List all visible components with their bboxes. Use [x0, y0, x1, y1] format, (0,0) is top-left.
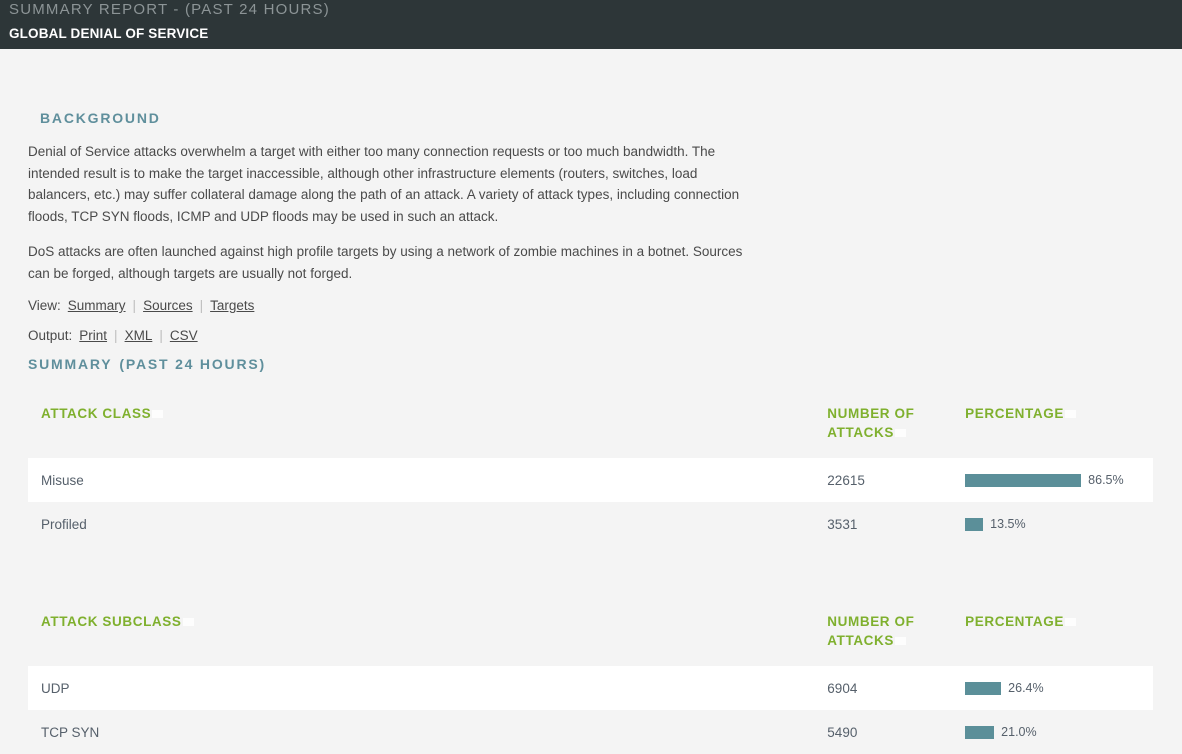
output-separator-2: | — [154, 328, 168, 343]
cell-number-of-attacks: 6904 — [827, 681, 965, 696]
view-link-targets[interactable]: Targets — [208, 298, 256, 313]
table-row[interactable]: Profiled 3531 13.5% — [28, 502, 1153, 546]
attack-class-table-header: ATTACK CLASS NUMBER OF ATTACKS PERCENTAG… — [28, 404, 1153, 458]
table-row[interactable]: UDP 6904 26.4% — [28, 666, 1153, 710]
column-header-number-of-attacks[interactable]: NUMBER OF ATTACKS — [827, 404, 965, 442]
output-link-print[interactable]: Print — [77, 328, 109, 343]
percentage-label: 86.5% — [1088, 473, 1123, 487]
report-subtitle: SUMMARY REPORT - (PAST 24 HOURS) — [9, 0, 330, 20]
cell-percentage: 13.5% — [965, 517, 1153, 531]
percentage-label: 26.4% — [1008, 681, 1043, 695]
view-link-sources[interactable]: Sources — [141, 298, 195, 313]
attack-class-table: ATTACK CLASS NUMBER OF ATTACKS PERCENTAG… — [28, 404, 1153, 546]
view-link-summary[interactable]: Summary — [66, 298, 128, 313]
percentage-label: 21.0% — [1001, 725, 1036, 739]
sort-indicator-icon[interactable] — [183, 618, 194, 626]
percentage-label: 13.5% — [990, 517, 1025, 531]
output-link-xml[interactable]: XML — [123, 328, 155, 343]
view-separator-1: | — [128, 298, 142, 313]
cell-attack-class: Misuse — [41, 473, 827, 488]
column-header-percentage[interactable]: PERCENTAGE — [965, 612, 1153, 631]
summary-heading-period: (PAST 24 HOURS) — [119, 356, 266, 372]
output-separator-1: | — [109, 328, 123, 343]
cell-percentage: 26.4% — [965, 681, 1153, 695]
view-label: View: — [28, 298, 61, 313]
summary-section-heading: SUMMARY (PAST 24 HOURS) — [28, 356, 266, 372]
cell-number-of-attacks: 22615 — [827, 473, 965, 488]
sort-indicator-icon[interactable] — [895, 429, 906, 437]
app-header-bar: SUMMARY REPORT - (PAST 24 HOURS) GLOBAL … — [0, 0, 1182, 49]
column-header-attack-subclass-label: ATTACK SUBCLASS — [41, 614, 182, 629]
sort-indicator-icon[interactable] — [895, 637, 906, 645]
cell-percentage: 86.5% — [965, 473, 1153, 487]
sort-indicator-icon[interactable] — [1065, 410, 1076, 418]
cell-percentage: 21.0% — [965, 725, 1153, 739]
background-paragraph-1: Denial of Service attacks overwhelm a ta… — [28, 141, 758, 227]
column-header-number-of-attacks[interactable]: NUMBER OF ATTACKS — [827, 612, 965, 650]
view-links-row: View:Summary|Sources|Targets — [28, 298, 256, 313]
cell-attack-class: Profiled — [41, 517, 827, 532]
cell-number-of-attacks: 3531 — [827, 517, 965, 532]
percentage-bar — [965, 682, 1001, 695]
attack-subclass-table-header: ATTACK SUBCLASS NUMBER OF ATTACKS PERCEN… — [28, 612, 1153, 666]
summary-heading-main: SUMMARY — [28, 356, 112, 372]
attack-subclass-table: ATTACK SUBCLASS NUMBER OF ATTACKS PERCEN… — [28, 612, 1153, 754]
output-links-row: Output:Print|XML|CSV — [28, 328, 200, 343]
output-link-csv[interactable]: CSV — [168, 328, 200, 343]
percentage-bar — [965, 726, 994, 739]
output-label: Output: — [28, 328, 72, 343]
page-title: GLOBAL DENIAL OF SERVICE — [9, 26, 208, 42]
column-header-percentage-label: PERCENTAGE — [965, 614, 1064, 629]
sort-indicator-icon[interactable] — [152, 410, 163, 418]
cell-number-of-attacks: 5490 — [827, 725, 965, 740]
view-separator-2: | — [195, 298, 209, 313]
sort-indicator-icon[interactable] — [1065, 618, 1076, 626]
percentage-bar — [965, 518, 983, 531]
background-section-heading: BACKGROUND — [40, 110, 161, 126]
column-header-percentage-label: PERCENTAGE — [965, 406, 1064, 421]
table-row[interactable]: Misuse 22615 86.5% — [28, 458, 1153, 502]
background-paragraph-2: DoS attacks are often launched against h… — [28, 241, 758, 284]
table-row[interactable]: TCP SYN 5490 21.0% — [28, 710, 1153, 754]
cell-attack-subclass: UDP — [41, 681, 827, 696]
column-header-attack-class[interactable]: ATTACK CLASS — [41, 404, 827, 423]
percentage-bar — [965, 474, 1081, 487]
column-header-attack-subclass[interactable]: ATTACK SUBCLASS — [41, 612, 827, 631]
column-header-percentage[interactable]: PERCENTAGE — [965, 404, 1153, 423]
column-header-attack-class-label: ATTACK CLASS — [41, 406, 151, 421]
cell-attack-subclass: TCP SYN — [41, 725, 827, 740]
